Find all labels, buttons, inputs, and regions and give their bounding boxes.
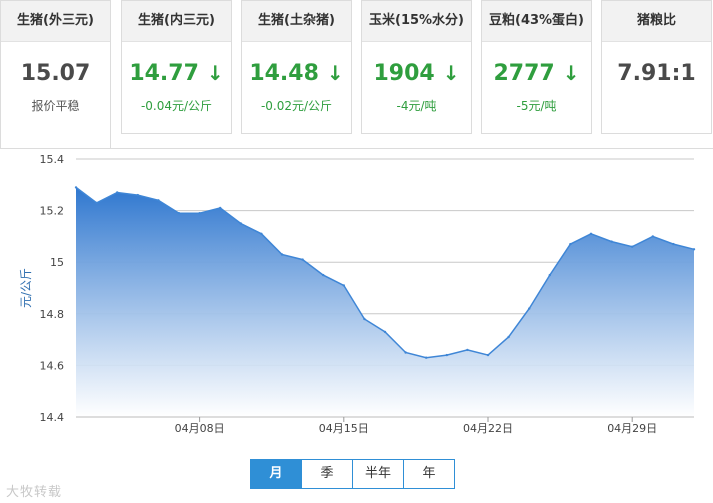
data-point xyxy=(177,212,181,215)
watermark: 大牧转载 xyxy=(6,485,63,500)
range-button-3[interactable]: 年 xyxy=(403,460,454,488)
data-point xyxy=(383,330,387,334)
price-card-4[interactable]: 豆粕(43%蛋白) 2777 ↓ -5元/吨 xyxy=(481,0,592,134)
range-button-1[interactable]: 季 xyxy=(301,460,352,488)
y-tick-label: 14.6 xyxy=(40,359,65,372)
data-point xyxy=(74,186,78,189)
price-card-title: 生猪(土杂猪) xyxy=(242,1,351,42)
data-point xyxy=(651,235,654,238)
data-point xyxy=(692,248,696,251)
price-chart-svg: 14.4 14.6 14.8 15 15.2 15.4 04月08日 04月15日 04月22日… xyxy=(19,153,696,435)
data-point xyxy=(198,212,201,215)
price-card-title: 生猪(外三元) xyxy=(1,1,110,42)
data-point xyxy=(116,191,119,194)
price-card-change: -5元/吨 xyxy=(516,99,557,113)
data-point xyxy=(425,356,428,359)
data-point xyxy=(280,253,284,256)
down-arrow-icon: ↓ xyxy=(206,61,224,85)
data-point xyxy=(445,353,448,357)
price-card-1[interactable]: 生猪(内三元) 14.77 ↓ -0.04元/公斤 xyxy=(121,0,232,134)
data-point xyxy=(507,335,510,339)
data-point xyxy=(95,201,98,205)
data-point xyxy=(404,351,407,354)
data-point xyxy=(528,307,531,310)
data-point xyxy=(260,232,263,235)
data-point xyxy=(301,258,304,261)
range-selector: 月季半年年 xyxy=(250,459,455,489)
data-point xyxy=(631,245,634,248)
price-card-2[interactable]: 生猪(土杂猪) 14.48 ↓ -0.02元/公斤 xyxy=(241,0,352,134)
price-card-value: 14.77 ↓ xyxy=(122,61,231,86)
price-card-value: 15.07 xyxy=(1,61,110,86)
y-axis-label: 元/公斤 xyxy=(19,268,33,308)
data-point xyxy=(672,242,675,246)
price-card-value-text: 7.91:1 xyxy=(617,61,696,86)
price-card-0[interactable]: 生猪(外三元) 15.07 报价平稳 xyxy=(0,0,111,149)
price-chart: 14.4 14.6 14.8 15 15.2 15.4 04月08日 04月15日 04月22日… xyxy=(0,148,713,439)
data-point xyxy=(363,317,366,321)
price-card-5[interactable]: 猪粮比 7.91:1 xyxy=(601,0,712,134)
data-point xyxy=(157,199,160,202)
price-card-value-text: 15.07 xyxy=(20,61,91,86)
price-card-title: 生猪(内三元) xyxy=(122,1,231,42)
data-point xyxy=(219,206,222,210)
series-area xyxy=(76,187,694,417)
down-arrow-icon: ↓ xyxy=(326,61,344,85)
range-button-2[interactable]: 半年 xyxy=(352,460,403,488)
price-card-change: 报价平稳 xyxy=(31,99,80,113)
price-card-title: 玉米(15%水分) xyxy=(362,1,471,42)
price-card-value-text: 1904 xyxy=(373,61,435,86)
market-tabs: 生猪(外三元) 15.07 报价平稳 生猪(内三元) 14.77 ↓ -0.04元/公斤 生猪… xyxy=(0,0,713,149)
price-card-value-text: 2777 xyxy=(493,61,555,86)
y-tick-label: 15.4 xyxy=(40,153,65,166)
price-card-title: 豆粕(43%蛋白) xyxy=(482,1,591,42)
price-card-value: 2777 ↓ xyxy=(482,61,591,86)
y-tick-label: 14.8 xyxy=(40,308,65,321)
data-point xyxy=(136,193,139,197)
data-point xyxy=(569,242,572,246)
data-point xyxy=(589,232,593,235)
price-card-change: -4元/吨 xyxy=(396,99,437,113)
price-card-value: 14.48 ↓ xyxy=(242,61,351,86)
data-point xyxy=(548,273,551,277)
x-tick-label: 04月15日 xyxy=(319,422,369,435)
down-arrow-icon: ↓ xyxy=(442,61,460,85)
price-card-value: 7.91:1 xyxy=(602,61,711,86)
x-tick-label: 04月29日 xyxy=(607,422,657,435)
price-card-title: 猪粮比 xyxy=(602,1,711,42)
price-card-value-text: 14.48 xyxy=(249,61,319,86)
data-point xyxy=(486,353,490,357)
x-tick-label: 04月08日 xyxy=(175,422,225,435)
x-tick-label: 04月22日 xyxy=(463,422,513,435)
data-point xyxy=(239,222,242,225)
price-card-change: -0.02元/公斤 xyxy=(260,99,333,113)
data-point xyxy=(466,348,469,352)
price-card-change: -0.04元/公斤 xyxy=(140,99,213,113)
data-point xyxy=(610,240,613,243)
price-card-value: 1904 ↓ xyxy=(362,61,471,86)
data-point xyxy=(342,284,345,287)
down-arrow-icon: ↓ xyxy=(562,61,580,85)
price-card-value-text: 14.77 xyxy=(129,61,199,86)
y-tick-label: 14.4 xyxy=(40,411,65,424)
y-tick-label: 15.2 xyxy=(40,205,65,218)
y-tick-label: 15 xyxy=(50,256,64,269)
range-button-0[interactable]: 月 xyxy=(251,460,301,488)
price-card-3[interactable]: 玉米(15%水分) 1904 ↓ -4元/吨 xyxy=(361,0,472,134)
data-point xyxy=(322,273,325,277)
